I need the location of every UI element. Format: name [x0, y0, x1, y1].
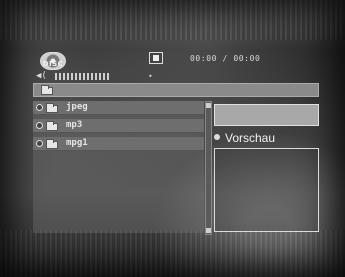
list-scrollbar[interactable] — [205, 101, 212, 235]
volume-level-segment — [83, 73, 85, 80]
volume-level-segment — [75, 73, 77, 80]
volume-level-segment — [59, 73, 61, 80]
path-bar[interactable] — [33, 83, 319, 97]
list-item-jpeg[interactable]: jpeg — [33, 101, 204, 115]
volume-bar[interactable] — [55, 73, 109, 80]
file-list: jpeg mp3 mpg1 — [33, 101, 204, 233]
disc-label: DISC — [42, 60, 64, 68]
volume-level-segment — [87, 73, 89, 80]
list-item-mpg1[interactable]: mpg1 — [33, 137, 204, 151]
volume-level-segment — [103, 73, 105, 80]
preview-info-bar — [214, 104, 319, 126]
scroll-down-arrow[interactable] — [206, 228, 211, 233]
list-item-mp3[interactable]: mp3 — [33, 119, 204, 133]
time-display: 00:00 / 00:00 — [190, 54, 261, 63]
volume-level-segment — [91, 73, 93, 80]
list-item-label: mpg1 — [66, 138, 88, 148]
folder-icon — [41, 85, 53, 95]
volume-level-segment — [95, 73, 97, 80]
preview-window — [214, 148, 319, 232]
volume-level-segment — [79, 73, 81, 80]
volume-level-segment — [107, 73, 109, 80]
preview-label: Vorschau — [225, 131, 276, 145]
radio-icon — [36, 122, 43, 129]
folder-icon — [46, 139, 58, 149]
folder-icon — [46, 121, 58, 131]
speaker-icon: ◀( — [36, 71, 47, 81]
volume-bar-end: • — [148, 72, 153, 81]
volume-level-segment — [67, 73, 69, 80]
list-item-label: jpeg — [66, 102, 88, 112]
volume-level-segment — [63, 73, 65, 80]
volume-level-segment — [71, 73, 73, 80]
volume-level-segment — [99, 73, 101, 80]
radio-icon — [36, 104, 43, 111]
volume-level-segment — [55, 73, 57, 80]
bullet-icon — [214, 134, 220, 140]
folder-icon — [46, 103, 58, 113]
stop-button[interactable] — [149, 52, 163, 64]
radio-icon — [36, 140, 43, 147]
scroll-up-arrow[interactable] — [206, 103, 211, 108]
list-item-label: mp3 — [66, 120, 83, 130]
